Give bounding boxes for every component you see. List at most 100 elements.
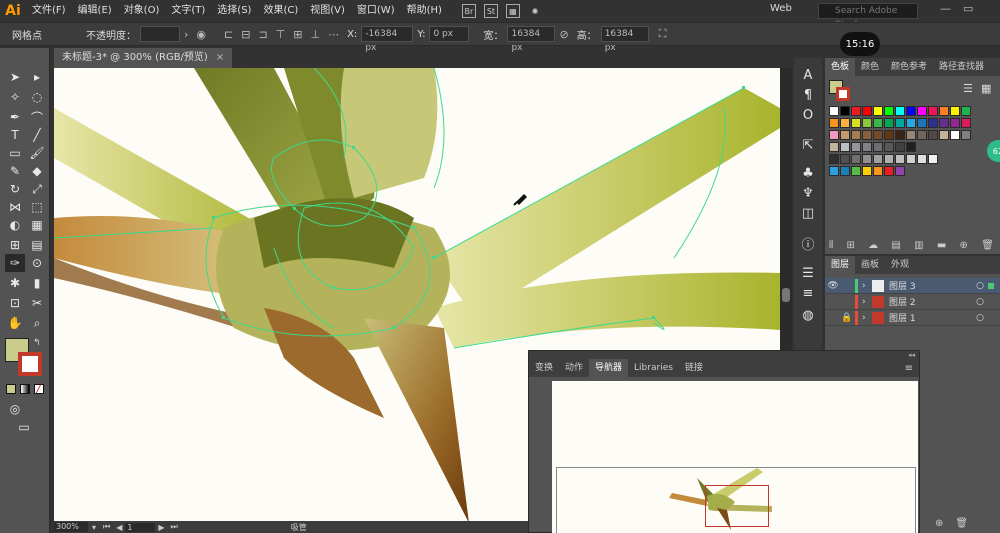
align-vcenter-icon[interactable]: ⊞ <box>289 28 306 41</box>
color-swatch[interactable] <box>928 130 938 140</box>
minimize-icon[interactable]: — <box>940 2 951 15</box>
align-left-icon[interactable]: ⊏ <box>220 28 237 41</box>
gradient-mode-icon[interactable] <box>20 384 30 394</box>
color-swatch[interactable] <box>862 130 872 140</box>
paragraph-panel-icon[interactable]: ¶ <box>799 86 817 104</box>
eyedropper-tool-icon[interactable]: ✑ <box>5 254 25 272</box>
color-swatch[interactable] <box>906 118 916 128</box>
isolate-icon[interactable]: ⛶ <box>655 27 671 41</box>
align-right-icon[interactable]: ⊐ <box>254 28 271 41</box>
color-swatch[interactable] <box>928 106 938 116</box>
layer-name[interactable]: 图层 3 <box>889 279 916 292</box>
stock-button[interactable]: St <box>483 4 498 18</box>
width-tool-icon[interactable]: ⋈ <box>5 198 25 216</box>
cloud-icon[interactable]: ☁ <box>868 240 878 251</box>
color-swatch[interactable] <box>851 166 861 176</box>
menu-type[interactable]: 文字(T) <box>165 0 211 22</box>
color-swatch[interactable] <box>917 106 927 116</box>
color-swatch[interactable] <box>961 106 971 116</box>
target-icon[interactable]: ○ <box>976 313 984 323</box>
color-swatch[interactable] <box>950 118 960 128</box>
pen-tool-icon[interactable]: ✒ <box>5 108 25 126</box>
swap-fill-stroke-icon[interactable]: ↰ <box>33 338 41 348</box>
color-swatch[interactable] <box>829 166 839 176</box>
tab-color[interactable]: 颜色 <box>855 58 885 76</box>
align-top-icon[interactable]: ⊤ <box>272 28 290 41</box>
color-swatch[interactable] <box>906 106 916 116</box>
color-swatch[interactable] <box>906 154 916 164</box>
color-swatch[interactable] <box>939 130 949 140</box>
color-swatch[interactable] <box>873 106 883 116</box>
menu-object[interactable]: 对象(O) <box>118 0 166 22</box>
character-panel-icon[interactable]: A <box>799 66 817 84</box>
color-swatch[interactable] <box>895 154 905 164</box>
zoom-tool-icon[interactable]: ⌕ <box>27 314 47 332</box>
stroke-panel-icon[interactable]: ≡ <box>799 284 817 302</box>
color-swatch[interactable] <box>873 118 883 128</box>
workspace-switcher[interactable]: Web <box>770 3 792 14</box>
list-view-icon[interactable]: ☰ <box>963 82 973 95</box>
color-swatch[interactable] <box>884 130 894 140</box>
current-stroke-swatch[interactable] <box>836 87 850 101</box>
brushes-panel-icon[interactable]: ♆ <box>799 184 817 202</box>
color-swatch[interactable] <box>862 118 872 128</box>
lock-icon[interactable]: 🔒 <box>841 313 855 323</box>
paintbrush-tool-icon[interactable]: 🖌 <box>27 144 47 162</box>
artboard-number-field[interactable]: 1 <box>125 522 156 532</box>
color-swatch[interactable] <box>829 130 839 140</box>
color-swatch[interactable] <box>884 106 894 116</box>
menu-help[interactable]: 帮助(H) <box>401 0 448 22</box>
blend-tool-icon[interactable]: ⊙ <box>27 254 47 272</box>
tab-actions[interactable]: 动作 <box>559 359 589 377</box>
layer-row[interactable]: › 图层 2 ○ <box>825 294 1000 310</box>
align-panel-icon[interactable]: ☰ <box>799 264 817 282</box>
target-icon[interactable]: ○ <box>976 297 984 307</box>
gpu-icon[interactable]: ✺ <box>528 4 542 18</box>
new-group-icon[interactable]: ▬ <box>937 240 946 251</box>
color-swatch[interactable] <box>829 154 839 164</box>
tab-navigator[interactable]: 导航器 <box>589 359 629 377</box>
expand-arrow-icon[interactable]: › <box>862 313 872 323</box>
type-tool-icon[interactable]: T <box>5 126 25 144</box>
graphic-styles-panel-icon[interactable]: ◫ <box>799 204 817 222</box>
color-swatch[interactable] <box>840 166 850 176</box>
color-swatch[interactable] <box>873 154 883 164</box>
recolor-icon[interactable]: ◉ <box>192 28 210 41</box>
new-layer-icon[interactable]: ⊕ <box>935 518 943 529</box>
opacity-field[interactable] <box>140 26 180 42</box>
artboard-tool-icon[interactable]: ⊡ <box>5 294 25 312</box>
color-swatch[interactable] <box>906 130 916 140</box>
color-swatch[interactable] <box>862 142 872 152</box>
swatch-options-icon[interactable]: ▤ <box>891 240 900 251</box>
perspective-grid-tool-icon[interactable]: ▦ <box>27 216 47 234</box>
color-swatch[interactable] <box>840 118 850 128</box>
slice-tool-icon[interactable]: ✂ <box>27 294 47 312</box>
color-swatch[interactable] <box>873 142 883 152</box>
tab-layers[interactable]: 图层 <box>825 256 856 274</box>
align-hcenter-icon[interactable]: ⊟ <box>237 28 254 41</box>
export-panel-icon[interactable]: ⇱ <box>799 136 817 154</box>
document-tab[interactable]: 未标题-3* @ 300% (RGB/预览) × <box>54 48 233 68</box>
tab-artboards[interactable]: 画板 <box>855 256 885 274</box>
color-swatch[interactable] <box>873 130 883 140</box>
color-swatch[interactable] <box>928 154 938 164</box>
menu-edit[interactable]: 编辑(E) <box>72 0 118 22</box>
opentype-panel-icon[interactable]: O <box>799 106 817 124</box>
hand-tool-icon[interactable]: ✋ <box>5 314 25 332</box>
color-swatch[interactable] <box>950 130 960 140</box>
color-swatch[interactable] <box>884 118 894 128</box>
color-swatch[interactable] <box>895 118 905 128</box>
color-swatch[interactable] <box>840 106 850 116</box>
chevron-right-icon[interactable]: › <box>180 28 192 41</box>
rotate-tool-icon[interactable]: ↻ <box>5 180 25 198</box>
prev-artboard-icon[interactable]: ◀ <box>116 523 122 532</box>
tab-libraries[interactable]: Libraries <box>628 359 679 377</box>
gradient-tool-icon[interactable]: ▤ <box>27 236 47 254</box>
color-swatch[interactable] <box>884 166 894 176</box>
w-field[interactable]: 16384 px <box>507 26 556 53</box>
eye-icon[interactable]: 👁 <box>825 281 841 291</box>
tab-transform[interactable]: 变换 <box>529 359 559 377</box>
navigator-view-rectangle[interactable] <box>705 485 769 527</box>
color-swatch[interactable] <box>895 106 905 116</box>
color-swatch[interactable] <box>829 118 839 128</box>
